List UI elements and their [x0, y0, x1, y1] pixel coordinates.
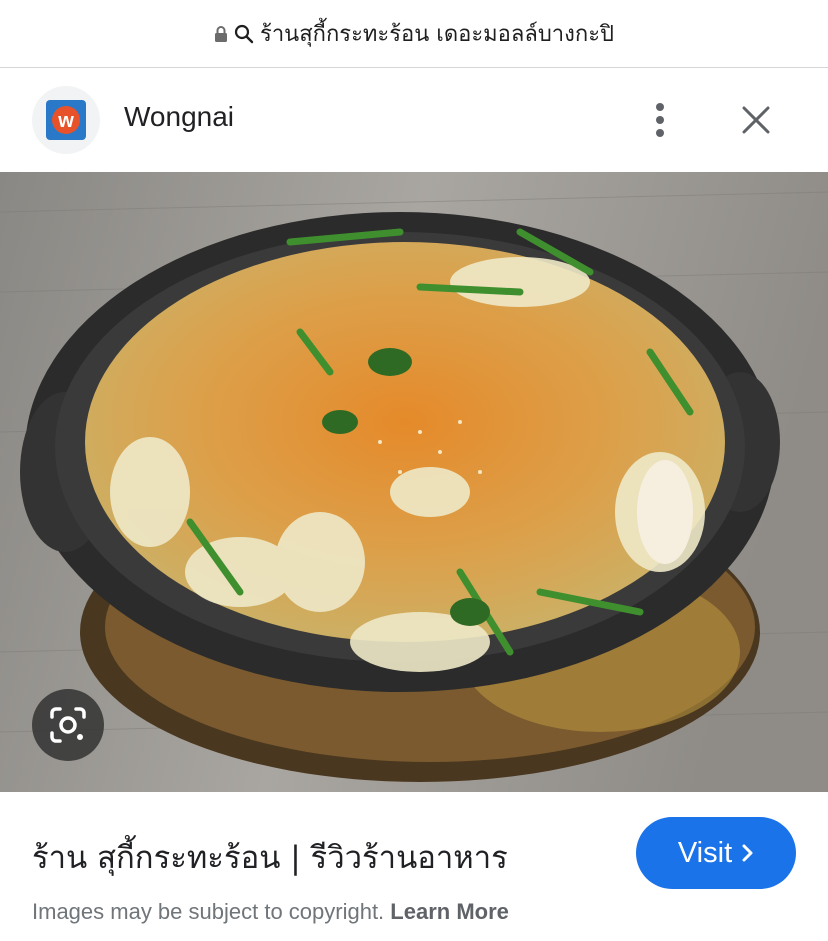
copyright-text: Images may be subject to copyright.	[32, 899, 385, 924]
lens-search-button[interactable]	[32, 689, 104, 761]
learn-more-link[interactable]: Learn More	[390, 899, 509, 924]
wongnai-logo-icon: w	[46, 100, 86, 140]
copyright-notice: Images may be subject to copyright. Lear…	[32, 899, 509, 925]
more-options-button[interactable]	[640, 98, 680, 142]
url-text[interactable]: ร้านสุกี้กระทะร้อน เดอะมอลล์บางกะปิ	[260, 16, 614, 51]
close-button[interactable]	[734, 98, 778, 142]
search-icon	[234, 24, 254, 43]
lock-icon	[215, 25, 228, 42]
site-logo[interactable]: w	[32, 86, 100, 154]
result-title[interactable]: ร้าน สุกี้กระทะร้อน | รีวิวร้านอาหาร	[32, 832, 508, 882]
visit-label: Visit	[677, 836, 733, 869]
address-bar[interactable]: ร้านสุกี้กระทะร้อน เดอะมอลล์บางกะปิ	[0, 0, 828, 68]
result-image[interactable]	[0, 172, 828, 792]
close-icon	[742, 106, 770, 134]
lens-icon	[50, 707, 86, 743]
svg-text:w: w	[57, 110, 74, 132]
more-vert-icon	[656, 103, 664, 137]
chevron-right-icon	[742, 844, 753, 862]
site-name[interactable]: Wongnai	[124, 101, 234, 133]
visit-button[interactable]: Visit	[636, 817, 796, 889]
